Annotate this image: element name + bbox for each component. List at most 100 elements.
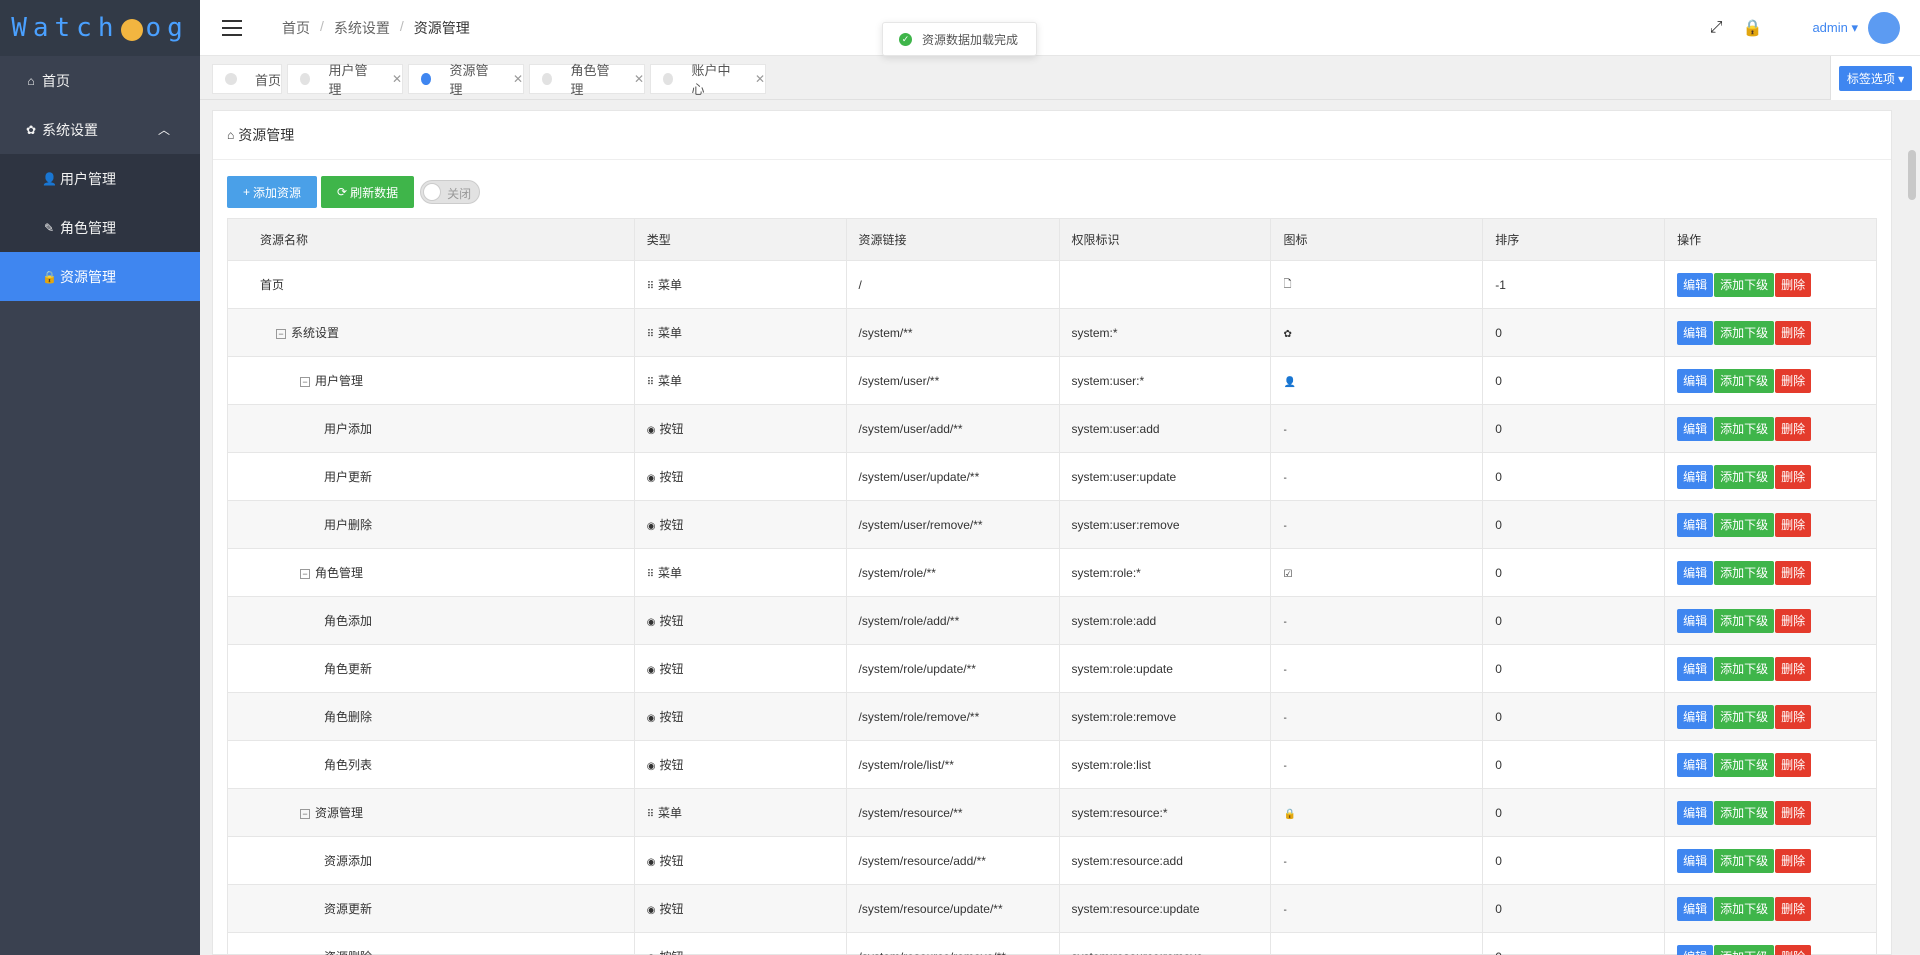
add-child-button[interactable]: 添加下级: [1714, 704, 1775, 729]
table-row[interactable]: − 角色管理 ⠿ 菜单/system/role/** system:role:* ☑ 0 编辑…: [227, 548, 1877, 597]
collapse-icon[interactable]: −: [276, 328, 286, 339]
delete-button[interactable]: 删除: [1775, 368, 1812, 393]
sidebar-item-resources[interactable]: 🔒 资源管理: [0, 252, 200, 301]
add-child-button[interactable]: 添加下级: [1714, 848, 1775, 873]
table-row[interactable]: 角色更新 ◉ 按钮/system/role/update/** system:role…: [227, 644, 1877, 693]
delete-button[interactable]: 删除: [1775, 560, 1812, 585]
app-logo[interactable]: Watch og: [0, 0, 200, 56]
column-header[interactable]: 资源链接: [845, 218, 1060, 261]
close-icon[interactable]: ✕: [513, 72, 523, 86]
tab-roles[interactable]: 角色管理 ✕: [529, 63, 645, 97]
edit-button[interactable]: 编辑: [1677, 656, 1714, 681]
table-row[interactable]: 用户更新 ◉ 按钮/system/user/update/** system:user…: [227, 452, 1877, 501]
column-header[interactable]: 资源名称: [227, 218, 635, 261]
tab-users[interactable]: 用户管理 ✕: [287, 63, 403, 97]
edit-button[interactable]: 编辑: [1677, 272, 1714, 297]
column-header[interactable]: 类型: [633, 218, 847, 261]
table-row[interactable]: 资源更新 ◉ 按钮/system/resource/update/** system:…: [227, 884, 1877, 933]
delete-button[interactable]: 删除: [1775, 944, 1812, 955]
fullscreen-icon[interactable]: ⤢: [1710, 19, 1723, 37]
add-child-button[interactable]: 添加下级: [1714, 320, 1775, 345]
delete-button[interactable]: 删除: [1775, 704, 1812, 729]
add-resource-button[interactable]: + 添加资源: [227, 176, 318, 208]
edit-button[interactable]: 编辑: [1677, 896, 1714, 921]
add-child-button[interactable]: 添加下级: [1714, 944, 1775, 955]
collapse-icon[interactable]: −: [300, 808, 310, 819]
close-icon[interactable]: ✕: [634, 72, 644, 86]
edit-button[interactable]: 编辑: [1677, 608, 1714, 633]
resource-type: 菜单: [658, 374, 683, 388]
edit-button[interactable]: 编辑: [1677, 560, 1714, 585]
user-icon: 👤: [42, 171, 57, 186]
close-icon[interactable]: ✕: [392, 72, 402, 86]
menu-toggle-icon[interactable]: [222, 19, 242, 36]
delete-button[interactable]: 删除: [1775, 896, 1812, 921]
table-row[interactable]: 角色添加 ◉ 按钮/system/role/add/** system:role:ad…: [227, 596, 1877, 645]
column-header[interactable]: 权限标识: [1058, 218, 1272, 261]
tab-home[interactable]: 首页: [212, 64, 282, 94]
delete-button[interactable]: 删除: [1775, 848, 1812, 873]
add-child-button[interactable]: 添加下级: [1714, 896, 1775, 921]
edit-button[interactable]: 编辑: [1677, 704, 1714, 729]
edit-button[interactable]: 编辑: [1677, 512, 1714, 537]
table-row[interactable]: 用户删除 ◉ 按钮/system/user/remove/** system:user…: [227, 500, 1877, 549]
refresh-data-button[interactable]: ⟳ 刷新数据: [321, 176, 415, 208]
column-header[interactable]: 图标: [1270, 218, 1484, 261]
edit-button[interactable]: 编辑: [1677, 800, 1714, 825]
table-row[interactable]: 角色删除 ◉ 按钮/system/role/remove/** system:role…: [227, 692, 1877, 741]
tag-options-button[interactable]: 标签选项 ▾: [1838, 65, 1913, 91]
add-child-button[interactable]: 添加下级: [1714, 656, 1775, 681]
column-header[interactable]: 操作: [1664, 218, 1877, 261]
delete-button[interactable]: 删除: [1775, 800, 1812, 825]
add-child-button[interactable]: 添加下级: [1714, 464, 1775, 489]
edit-button[interactable]: 编辑: [1677, 320, 1714, 345]
delete-button[interactable]: 删除: [1775, 608, 1812, 633]
delete-button[interactable]: 删除: [1775, 272, 1812, 297]
edit-button[interactable]: 编辑: [1677, 464, 1714, 489]
breadcrumb-item[interactable]: 系统设置: [334, 18, 390, 38]
lock-screen-icon[interactable]: 🔒: [1743, 18, 1763, 38]
avatar[interactable]: [1868, 12, 1900, 44]
tab-account[interactable]: 账户中心 ✕: [650, 63, 766, 97]
sidebar-item-users[interactable]: 👤 用户管理: [0, 154, 200, 203]
table-row[interactable]: 用户添加 ◉ 按钮/system/user/add/** system:user:ad…: [227, 404, 1877, 453]
add-child-button[interactable]: 添加下级: [1714, 416, 1775, 441]
close-icon[interactable]: ✕: [755, 72, 765, 86]
collapse-icon[interactable]: −: [300, 376, 310, 387]
delete-button[interactable]: 删除: [1775, 320, 1812, 345]
add-child-button[interactable]: 添加下级: [1714, 368, 1775, 393]
table-row[interactable]: − 系统设置 ⠿ 菜单/system/** system:* ✿ 0 编辑 添加下级 删除: [227, 308, 1877, 357]
delete-button[interactable]: 删除: [1775, 752, 1812, 777]
breadcrumb-item[interactable]: 首页: [282, 18, 310, 38]
table-row[interactable]: 首页 ⠿ 菜单 / 🗋 -1 编辑 添加下级 删除: [227, 260, 1877, 309]
sidebar-group-system-settings[interactable]: ✿ 系统设置 ︿: [0, 105, 200, 154]
edit-button[interactable]: 编辑: [1677, 368, 1714, 393]
expand-toggle[interactable]: 关闭: [420, 180, 481, 204]
table-row[interactable]: 角色列表 ◉ 按钮/system/role/list/** system:role:l…: [227, 740, 1877, 789]
table-row[interactable]: − 用户管理 ⠿ 菜单/system/user/** system:user:* 👤 0 编辑…: [227, 356, 1877, 405]
add-child-button[interactable]: 添加下级: [1714, 560, 1775, 585]
add-child-button[interactable]: 添加下级: [1714, 272, 1775, 297]
column-header[interactable]: 排序: [1482, 218, 1666, 261]
table-row[interactable]: 资源添加 ◉ 按钮/system/resource/add/** system:res…: [227, 836, 1877, 885]
delete-button[interactable]: 删除: [1775, 656, 1812, 681]
scrollbar[interactable]: [1906, 110, 1918, 855]
edit-button[interactable]: 编辑: [1677, 848, 1714, 873]
table-row[interactable]: 资源删除◉按钮/system/resource/remove/**system:…: [227, 932, 1877, 955]
edit-button[interactable]: 编辑: [1677, 416, 1714, 441]
delete-button[interactable]: 删除: [1775, 416, 1812, 441]
tab-resources[interactable]: 资源管理 ✕: [408, 63, 524, 97]
add-child-button[interactable]: 添加下级: [1714, 800, 1775, 825]
add-child-button[interactable]: 添加下级: [1714, 512, 1775, 537]
collapse-icon[interactable]: −: [300, 568, 310, 579]
delete-button[interactable]: 删除: [1775, 512, 1812, 537]
sidebar-item-roles[interactable]: ✎ 角色管理: [0, 203, 200, 252]
add-child-button[interactable]: 添加下级: [1714, 608, 1775, 633]
user-menu[interactable]: admin ▾: [1812, 20, 1858, 36]
add-child-button[interactable]: 添加下级: [1714, 752, 1775, 777]
sidebar-item-home[interactable]: ⌂ 首页: [0, 56, 200, 105]
edit-button[interactable]: 编辑: [1677, 944, 1714, 955]
delete-button[interactable]: 删除: [1775, 464, 1812, 489]
table-row[interactable]: − 资源管理 ⠿ 菜单/system/resource/** system:resour…: [227, 788, 1877, 837]
edit-button[interactable]: 编辑: [1677, 752, 1714, 777]
